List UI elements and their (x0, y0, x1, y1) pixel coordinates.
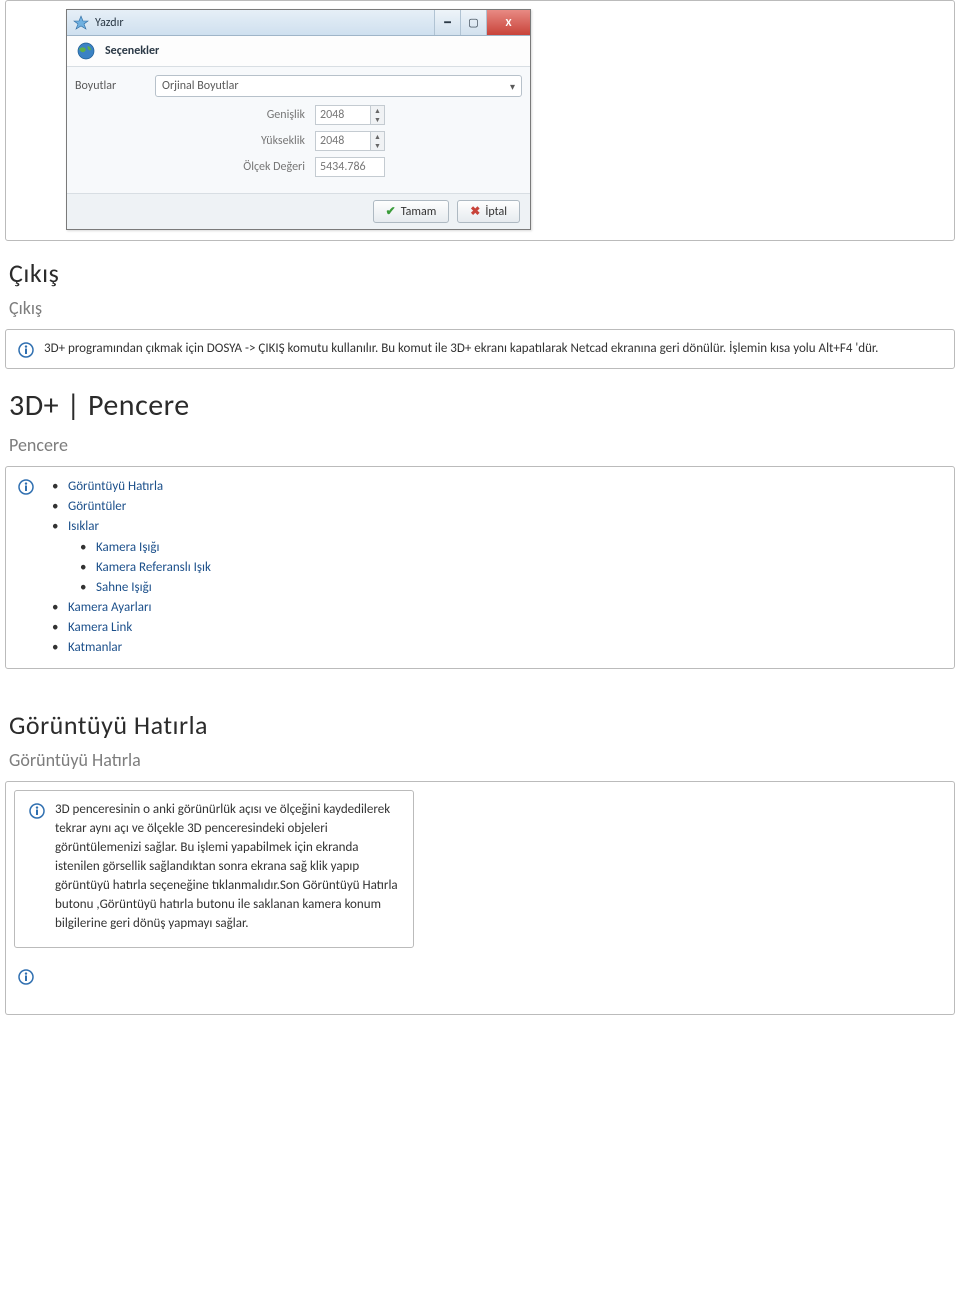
minimize-button[interactable]: ━ (434, 10, 460, 35)
link-kamera-referansli-isik[interactable]: Kamera Referanslı Işık (96, 560, 211, 575)
cikis-heading: Çıkış (9, 257, 955, 289)
link-isiklar[interactable]: Isıklar (68, 519, 99, 534)
boyutlar-value: Orjinal Boyutlar (162, 79, 239, 93)
yukseklik-input[interactable]: 2048 ▲▼ (315, 131, 385, 151)
cross-icon: ✖ (470, 204, 480, 219)
yukseklik-value: 2048 (315, 131, 371, 151)
cikis-text: 3D+ programından çıkmak için DOSYA -> ÇI… (44, 340, 878, 358)
spinner-icon[interactable]: ▲▼ (371, 105, 385, 125)
link-kamera-link[interactable]: Kamera Link (68, 620, 132, 635)
olcek-label: Ölçek Değeri (240, 160, 315, 174)
cikis-subheading: Çıkış (9, 297, 955, 319)
info-icon (18, 479, 34, 495)
hatirla-heading: Görüntüyü Hatırla (9, 709, 955, 741)
hatirla-text: 3D penceresinin o anki görünürlük açısı … (55, 801, 399, 933)
genislik-value: 2048 (315, 105, 371, 125)
genislik-label: Genişlik (240, 108, 315, 122)
dialog-titlebar: Yazdır ━ ▢ X (67, 10, 530, 36)
link-goruntuler[interactable]: Görüntüler (68, 499, 126, 514)
list-item: Görüntüler (64, 497, 211, 517)
info-icon (29, 803, 45, 819)
olcek-input[interactable]: 5434.786 (315, 157, 385, 177)
pencere-heading: 3D+ | Pencere (9, 387, 955, 424)
pencere-subheading: Pencere (9, 434, 955, 456)
section-title: Seçenekler (105, 44, 159, 58)
check-icon: ✔ (386, 204, 396, 219)
hatirla-info-box: 3D penceresinin o anki görünürlük açısı … (14, 790, 414, 948)
spinner-icon[interactable]: ▲▼ (371, 131, 385, 151)
cancel-label: İptal (485, 205, 507, 219)
info-icon (18, 342, 34, 358)
link-kamera-isigi[interactable]: Kamera Işığı (96, 540, 160, 555)
chevron-down-icon: ▾ (510, 80, 515, 93)
link-kamera-ayarlari[interactable]: Kamera Ayarları (68, 600, 151, 615)
boyutlar-label: Boyutlar (75, 79, 155, 93)
ok-label: Tamam (401, 205, 437, 219)
hatirla-subheading: Görüntüyü Hatırla (9, 749, 955, 771)
list-item: Görüntüyü Hatırla (64, 477, 211, 497)
app-icon (73, 15, 89, 31)
maximize-button[interactable]: ▢ (460, 10, 486, 35)
yukseklik-label: Yükseklik (240, 134, 315, 148)
genislik-input[interactable]: 2048 ▲▼ (315, 105, 385, 125)
print-dialog: Yazdır ━ ▢ X Seçenek (66, 9, 531, 230)
pencere-list: Görüntüyü Hatırla Görüntüler Isıklar Kam… (44, 477, 211, 658)
cancel-button[interactable]: ✖ İptal (457, 200, 520, 223)
ok-button[interactable]: ✔ Tamam (373, 200, 450, 223)
link-katmanlar[interactable]: Katmanlar (68, 640, 122, 655)
footer-info-box (5, 955, 955, 1015)
info-icon (18, 969, 34, 985)
close-button[interactable]: X (486, 10, 530, 35)
list-item: Kamera Referanslı Işık (92, 558, 211, 578)
pencere-list-box: Görüntüyü Hatırla Görüntüler Isıklar Kam… (5, 466, 955, 669)
list-item: Isıklar Kamera Işığı Kamera Referanslı I… (64, 517, 211, 598)
list-item: Kamera Işığı (92, 538, 211, 558)
link-sahne-isigi[interactable]: Sahne Işığı (96, 580, 152, 595)
list-item: Katmanlar (64, 638, 211, 658)
globe-icon (77, 42, 95, 60)
list-item: Kamera Link (64, 618, 211, 638)
cikis-info-box: 3D+ programından çıkmak için DOSYA -> ÇI… (5, 329, 955, 369)
link-goruntuyu-hatirla[interactable]: Görüntüyü Hatırla (68, 479, 163, 494)
list-item: Sahne Işığı (92, 578, 211, 598)
dialog-title: Yazdır (95, 16, 124, 30)
list-item: Kamera Ayarları (64, 598, 211, 618)
boyutlar-select[interactable]: Orjinal Boyutlar ▾ (155, 75, 522, 97)
